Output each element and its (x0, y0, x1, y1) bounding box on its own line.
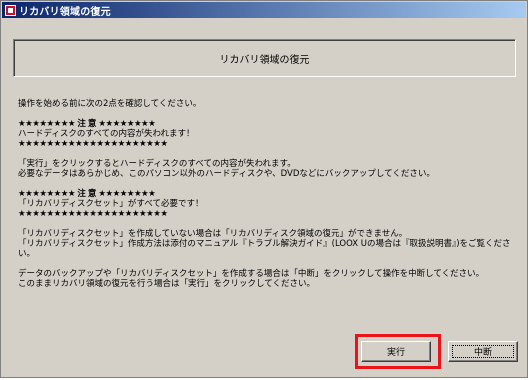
recovery-dialog-window: リカバリ領域の復元 リカバリ領域の復元 操作を始める前に次の2点を確認してくださ… (0, 0, 528, 378)
warning-header: ★★★★★★★★ 注 意 ★★★★★★★★ (18, 189, 156, 199)
app-icon (5, 4, 16, 16)
warning-text: 「リカバリディスクセット」がすべて必要です！ (18, 199, 204, 209)
stop-button-label: 中断 (473, 348, 492, 358)
warning-header: ★★★★★★★★ 注 意 ★★★★★★★★ (18, 119, 156, 129)
warning-text: ハードディスクのすべての内容が失われます！ (18, 129, 195, 139)
highlight-box (355, 334, 441, 369)
text-line: い。 (18, 249, 36, 259)
text-line: このままリカバリ領域の復元を行う場合は「実行」をクリックしてください。 (18, 279, 315, 289)
text-line: 操作を始める前に次の2点を確認してください。 (18, 99, 202, 109)
instructions-text: 操作を始める前に次の2点を確認してください。 ★★★★★★★★ 注 意 ★★★★… (18, 99, 518, 289)
header-panel: リカバリ領域の復元 (13, 39, 516, 77)
text-line: 必要なデータはあらかじめ、このパソコン以外のハードディスクや、DVDなどにバック… (18, 169, 435, 179)
header-title: リカバリ領域の復元 (219, 54, 310, 66)
window-title: リカバリ領域の復元 (19, 6, 111, 18)
stop-button[interactable]: 中断 (448, 341, 518, 362)
text-line: データのバックアップや「リカバリディスクセット」を作成する場合は「中断」をクリッ… (18, 269, 485, 279)
warning-footer: ★★★★★★★★★★★★★★★★★★★★★ (18, 209, 168, 219)
text-line: 「リカバリディスクセット」を作成していない場合は「リカバリディスク領域の復元」が… (18, 229, 408, 239)
warning-footer: ★★★★★★★★★★★★★★★★★★★★★ (18, 139, 168, 149)
text-line: 「リカバリディスクセット」作成方法は添付のマニュアル『トラブル解決ガイド』(LO… (18, 239, 511, 249)
text-line: 「実行」をクリックするとハードディスクのすべての内容が失われます。 (18, 159, 296, 169)
title-bar[interactable]: リカバリ領域の復元 (2, 2, 526, 18)
